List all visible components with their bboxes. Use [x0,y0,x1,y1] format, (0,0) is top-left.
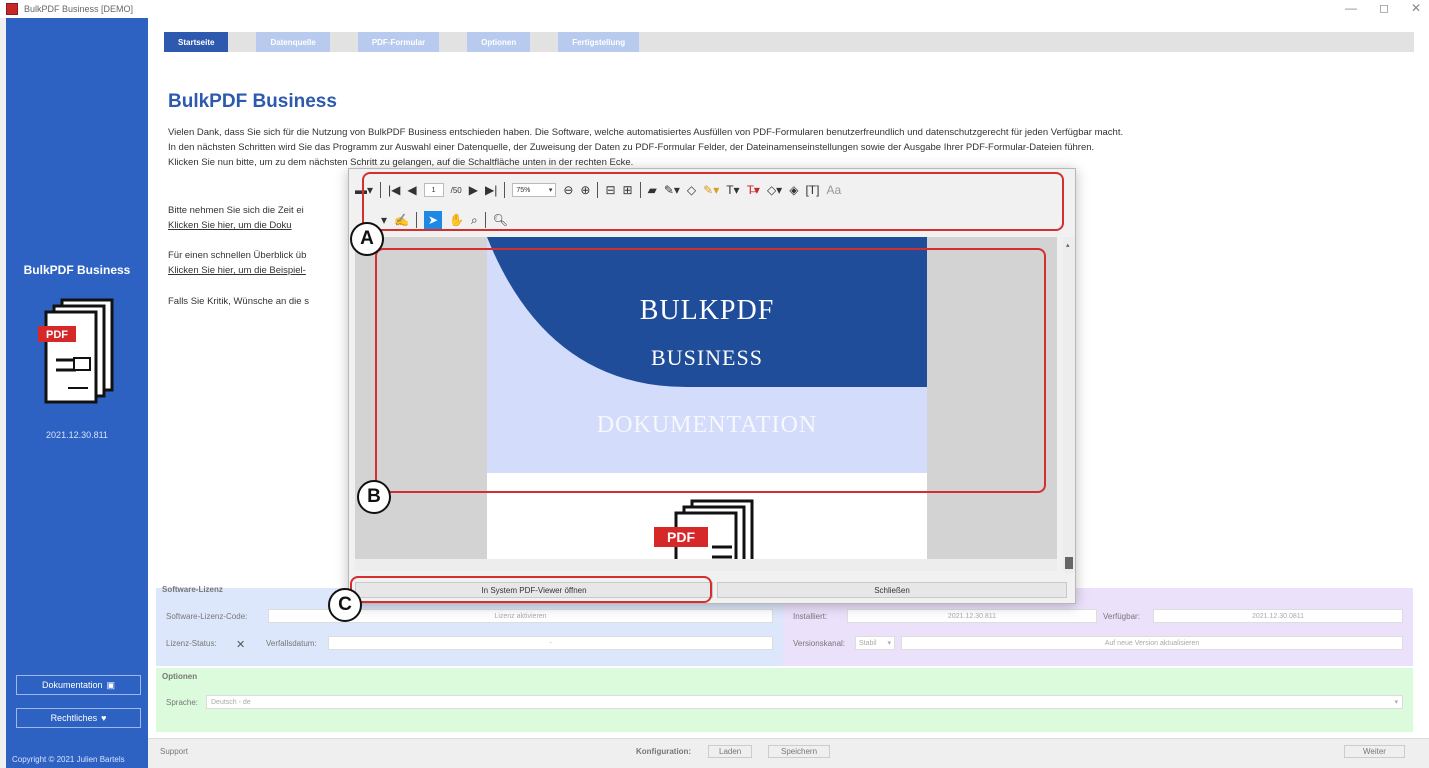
support-button[interactable]: Support [160,747,188,756]
examples-paragraph-text: Für einen schnellen Überblick üb [168,250,307,261]
save-config-button[interactable]: Speichern [768,745,831,758]
intro-line-2: In den nächsten Schritten wird Sie das P… [168,142,1095,153]
step-pdf-formular[interactable]: PDF-Formular [357,32,440,52]
load-config-button[interactable]: Laden [708,745,753,758]
app-icon [6,3,18,15]
channel-label: Versionskanal: [793,639,846,648]
window-titlebar: BulkPDF Business [DEMO] — ◻ ✕ [0,0,1429,18]
heart-icon: ♥ [101,713,107,723]
documentation-button[interactable]: Dokumentation ▣ [16,675,141,695]
language-value: Deutsch - de [211,698,251,706]
toolbar-highlight [362,172,1064,231]
intro-text: Vielen Dank, dass Sie sich für die Nutzu… [168,125,1418,170]
examples-link[interactable]: Klicken Sie hier, um die Beispiel- [168,263,306,278]
sidebar: BulkPDF Business PDF 2021.12.30.811 Doku… [6,18,148,768]
copyright: Copyright © 2021 Julien Bartels [12,755,125,764]
examples-paragraph: Für einen schnellen Überblick üb Klicken… [168,248,306,278]
viewer-highlight [375,248,1046,493]
installed-field: 2021.12.30.811 [847,609,1097,623]
intro-line-1: Vielen Dank, dass Sie sich für die Nutzu… [168,127,1124,138]
vertical-scrollbar[interactable]: ▴ [1063,237,1075,573]
horizontal-scrollbar[interactable] [355,559,1057,571]
callout-c: C [328,588,362,622]
license-code-label: Software-Lizenz-Code: [166,612,248,621]
window-title: BulkPDF Business [DEMO] [24,4,134,14]
docs-paragraph-text: Bitte nehmen Sie sich die Zeit ei [168,205,304,216]
license-status-label: Lizenz-Status: [166,639,217,648]
app-version: 2021.12.30.811 [46,430,108,440]
language-select[interactable]: Deutsch - de ▾ [206,695,1403,709]
pdf-documents-icon: PDF [38,298,114,404]
cover-pdf-icon: PDF [654,499,754,559]
callout-a: A [350,222,384,256]
options-section-title: Optionen [162,672,198,681]
available-field: 2021.12.30.0811 [1153,609,1403,623]
bottom-bar: Support Konfiguration: Laden Speichern W… [148,738,1429,768]
update-version-button[interactable]: Auf neue Version aktualisieren [901,636,1403,650]
book-icon: ▣ [106,679,116,690]
scroll-thumb[interactable] [1065,557,1073,569]
license-section-title: Software-Lizenz [162,585,223,594]
callout-b: B [357,480,391,514]
step-datenquelle[interactable]: Datenquelle [256,32,330,52]
page-title: BulkPDF Business [168,91,337,112]
chevron-down-icon: ▾ [887,640,891,647]
step-navigation: Startseite Datenquelle PDF-Formular Opti… [164,32,640,52]
close-dialog-button[interactable]: Schließen [717,582,1067,598]
chevron-down-icon: ▾ [1394,699,1398,706]
expiry-label: Verfallsdatum: [266,639,317,648]
next-button[interactable]: Weiter [1344,745,1405,758]
cover-pdf-badge: PDF [667,529,695,545]
feedback-paragraph: Falls Sie Kritik, Wünsche an die s [168,296,309,307]
sidebar-brand: BulkPDF Business [23,263,131,277]
step-startseite[interactable]: Startseite [164,32,229,52]
docs-link[interactable]: Klicken Sie hier, um die Doku [168,218,304,233]
legal-button[interactable]: Rechtliches ♥ [16,708,141,728]
license-status-x-icon: ✕ [236,639,246,651]
channel-select[interactable]: Stabil ▾ [855,636,895,650]
expiry-field: - [328,636,773,650]
legal-label: Rechtliches [50,713,98,723]
docs-paragraph: Bitte nehmen Sie sich die Zeit ei Klicke… [168,203,304,233]
config-label: Konfiguration: [636,747,692,756]
open-button-highlight [350,576,712,603]
scroll-up-icon[interactable]: ▴ [1066,241,1070,249]
language-label: Sprache: [166,698,199,707]
step-optionen[interactable]: Optionen [467,32,531,52]
sidebar-pdf-badge: PDF [46,329,68,341]
close-window-button[interactable]: ✕ [1411,1,1421,15]
options-panel: Optionen Sprache: Deutsch - de ▾ [156,668,1413,732]
installed-label: Installiert: [793,612,828,621]
channel-value: Stabil [859,639,877,647]
available-label: Verfügbar: [1103,612,1140,621]
documentation-label: Dokumentation [41,680,103,690]
step-fertigstellung[interactable]: Fertigstellung [558,32,640,52]
minimize-button[interactable]: — [1345,1,1357,15]
maximize-button[interactable]: ◻ [1379,1,1389,15]
